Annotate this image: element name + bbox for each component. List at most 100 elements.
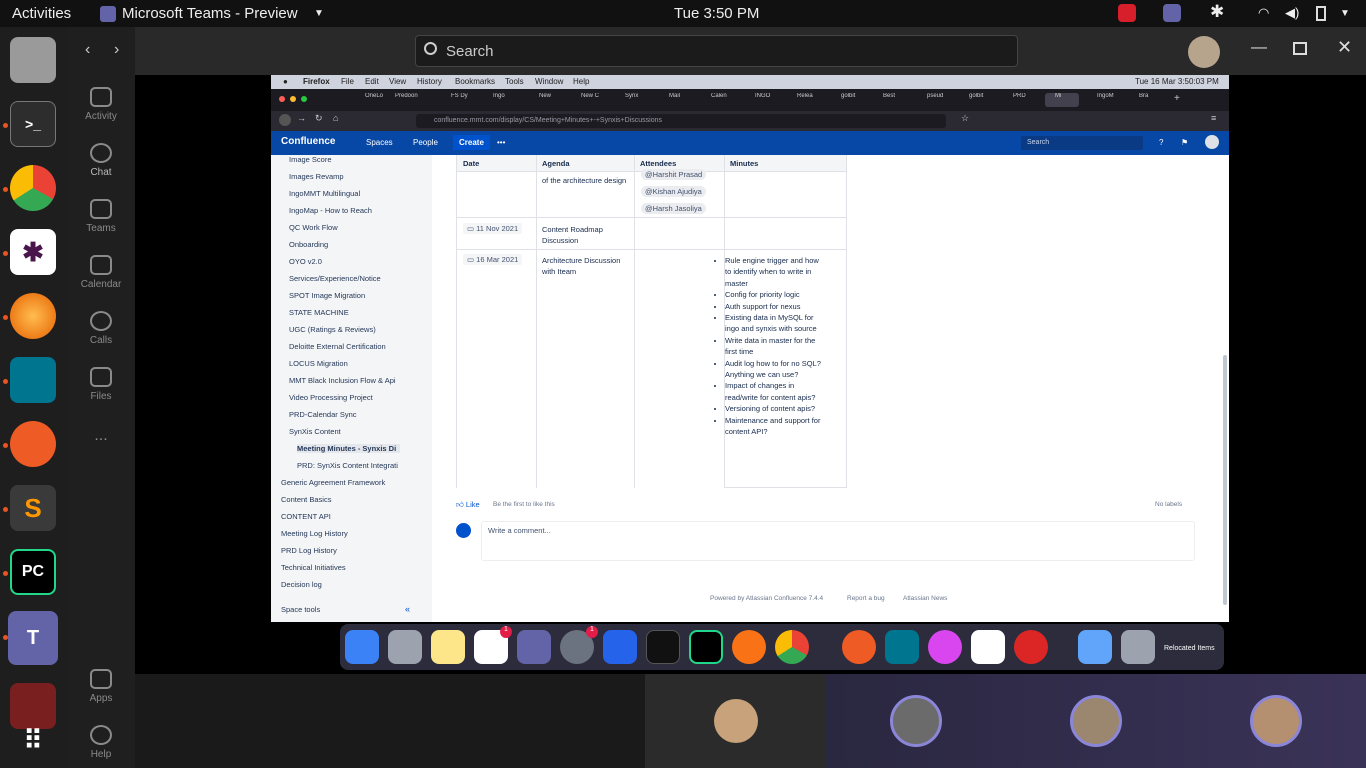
- browser-tab[interactable]: New C: [571, 93, 601, 107]
- trash-icon[interactable]: [1121, 630, 1155, 664]
- sidebar-item[interactable]: Generic Agreement Framework: [281, 478, 385, 487]
- create-button[interactable]: Create: [453, 135, 490, 150]
- sidebar-item[interactable]: Deloitte External Certification: [289, 342, 386, 351]
- browser-tab[interactable]: golbit: [831, 93, 861, 107]
- sidebar-item[interactable]: SynXis Content: [289, 427, 341, 436]
- rail-calendar[interactable]: Calendar: [67, 255, 135, 290]
- date-lozenge[interactable]: ▭ 11 Nov 2021: [463, 223, 523, 234]
- browser-tab[interactable]: Synx: [615, 93, 645, 107]
- menu-help[interactable]: Help: [573, 77, 589, 86]
- confluence-logo[interactable]: Confluence: [281, 136, 335, 147]
- sidebar-item[interactable]: PRD: SynXis Content Integrati: [297, 461, 398, 470]
- menu-bookmarks[interactable]: Bookmarks: [455, 77, 495, 86]
- sublime-app-icon[interactable]: S: [10, 485, 56, 531]
- browser-tab[interactable]: Calen: [701, 93, 731, 107]
- browser-tab[interactable]: Mail: [659, 93, 689, 107]
- labels-status[interactable]: No labels: [1155, 499, 1182, 510]
- browser-tab[interactable]: golbit: [959, 93, 989, 107]
- firefox-app-icon[interactable]: [10, 293, 56, 339]
- sidebar-item[interactable]: Content Basics: [281, 495, 331, 504]
- more-apps-button[interactable]: ...: [67, 427, 135, 445]
- avatar[interactable]: [1188, 36, 1220, 68]
- sidebar-item[interactable]: IngoMap - How to Reach: [289, 206, 372, 215]
- pycharm-icon[interactable]: [689, 630, 723, 664]
- sidebar-item[interactable]: Onboarding: [289, 240, 328, 249]
- menu-icon[interactable]: ≡: [1211, 113, 1216, 123]
- postman-icon[interactable]: [842, 630, 876, 664]
- folder-icon[interactable]: [1078, 630, 1112, 664]
- menu-view[interactable]: View: [389, 77, 406, 86]
- terminal-icon[interactable]: [646, 630, 680, 664]
- mysql-workbench-app-icon[interactable]: [10, 357, 56, 403]
- browser-tab[interactable]: Best: [873, 93, 903, 107]
- wifi-icon[interactable]: ◠: [1258, 5, 1269, 21]
- mention[interactable]: @Kishan Ajudiya: [641, 186, 706, 197]
- profile-avatar[interactable]: [1205, 135, 1219, 149]
- url-field[interactable]: confluence.mmt.com/display/CS/Meeting+Mi…: [416, 114, 946, 128]
- postman-app-icon[interactable]: [10, 421, 56, 467]
- rail-files[interactable]: Files: [67, 367, 135, 402]
- chrome-app-icon[interactable]: [10, 165, 56, 211]
- close-icon[interactable]: ✕: [1337, 37, 1352, 58]
- chevron-down-icon[interactable]: ▼: [314, 8, 324, 19]
- mysql-workbench-icon[interactable]: [885, 630, 919, 664]
- browser-tab[interactable]: Relea: [787, 93, 817, 107]
- sidebar-item[interactable]: PRD Log History: [281, 546, 337, 555]
- sidebar-item[interactable]: Meeting Log History: [281, 529, 348, 538]
- bookmark-star-icon[interactable]: ☆: [961, 113, 969, 124]
- menu-app[interactable]: Firefox: [303, 77, 330, 86]
- chrome-icon[interactable]: [775, 630, 809, 664]
- slack-icon[interactable]: 1: [474, 626, 512, 664]
- relocated-items-label[interactable]: Relocated Items: [1164, 645, 1215, 652]
- notes-icon[interactable]: [431, 630, 465, 664]
- menu-window[interactable]: Window: [535, 77, 563, 86]
- avatar[interactable]: [1070, 695, 1122, 747]
- browser-tab[interactable]: FS Dy: [441, 93, 471, 107]
- sidebar-item[interactable]: Decision log: [281, 580, 322, 589]
- help-icon[interactable]: ?: [1159, 138, 1163, 147]
- finder-icon[interactable]: [345, 630, 379, 664]
- sidebar-item[interactable]: CONTENT API: [281, 512, 331, 521]
- pycharm-app-icon[interactable]: PC: [10, 549, 56, 595]
- teams-icon[interactable]: [517, 630, 551, 664]
- participant-tile[interactable]: [645, 674, 825, 768]
- shield-tray-icon[interactable]: [1118, 4, 1136, 22]
- sidebar-item[interactable]: SPOT Image Migration: [289, 291, 365, 300]
- apple-icon[interactable]: ●: [283, 77, 288, 86]
- rail-activity[interactable]: Activity: [67, 87, 135, 122]
- menu-history[interactable]: History: [417, 77, 442, 86]
- slack-app-icon[interactable]: ✱: [10, 229, 56, 275]
- comment-input[interactable]: Write a comment...: [481, 521, 1195, 561]
- menu-tools[interactable]: Tools: [505, 77, 524, 86]
- menu-edit[interactable]: Edit: [365, 77, 379, 86]
- charts-app-icon[interactable]: [971, 630, 1005, 664]
- clock[interactable]: Tue 3:50 PM: [674, 5, 759, 22]
- rail-help[interactable]: Help: [67, 725, 135, 760]
- teams-tray-icon[interactable]: [1163, 4, 1181, 22]
- browser-tab[interactable]: Bra: [1129, 93, 1157, 107]
- sidebar-item[interactable]: UGC (Ratings & Reviews): [289, 325, 376, 334]
- system-menu-chevron-icon[interactable]: ▼: [1340, 8, 1350, 19]
- launchpad-icon[interactable]: [388, 630, 422, 664]
- battery-icon[interactable]: [1316, 6, 1326, 21]
- more-icon[interactable]: •••: [497, 138, 505, 147]
- forward-arrow-icon[interactable]: ›: [114, 41, 119, 59]
- sidebar-item[interactable]: STATE MACHINE: [289, 308, 349, 317]
- rail-teams[interactable]: Teams: [67, 199, 135, 234]
- like-button[interactable]: 👍︎ Like: [456, 499, 480, 510]
- sidebar-item[interactable]: PRD-Calendar Sync: [289, 410, 357, 419]
- sidebar-item[interactable]: LOCUS Migration: [289, 359, 348, 368]
- footer-news[interactable]: Atlassian News: [903, 593, 947, 604]
- window-close-icon[interactable]: [279, 96, 285, 102]
- settings-icon[interactable]: 1: [560, 626, 598, 664]
- sidebar-item[interactable]: Image Score: [289, 155, 332, 164]
- teams-app-dock-icon[interactable]: T: [8, 611, 58, 665]
- firefox-icon[interactable]: [732, 630, 766, 664]
- sidebar-item[interactable]: MMT Black Inclusion Flow & Api: [289, 376, 396, 385]
- footer-report-bug[interactable]: Report a bug: [847, 593, 885, 604]
- slack-tray-icon[interactable]: ✱: [1210, 2, 1224, 22]
- sidebar-item[interactable]: Images Revamp: [289, 172, 344, 181]
- notification-icon[interactable]: ⚑: [1181, 138, 1188, 147]
- people-link[interactable]: People: [413, 138, 438, 147]
- show-applications-icon[interactable]: ⠿: [10, 717, 56, 763]
